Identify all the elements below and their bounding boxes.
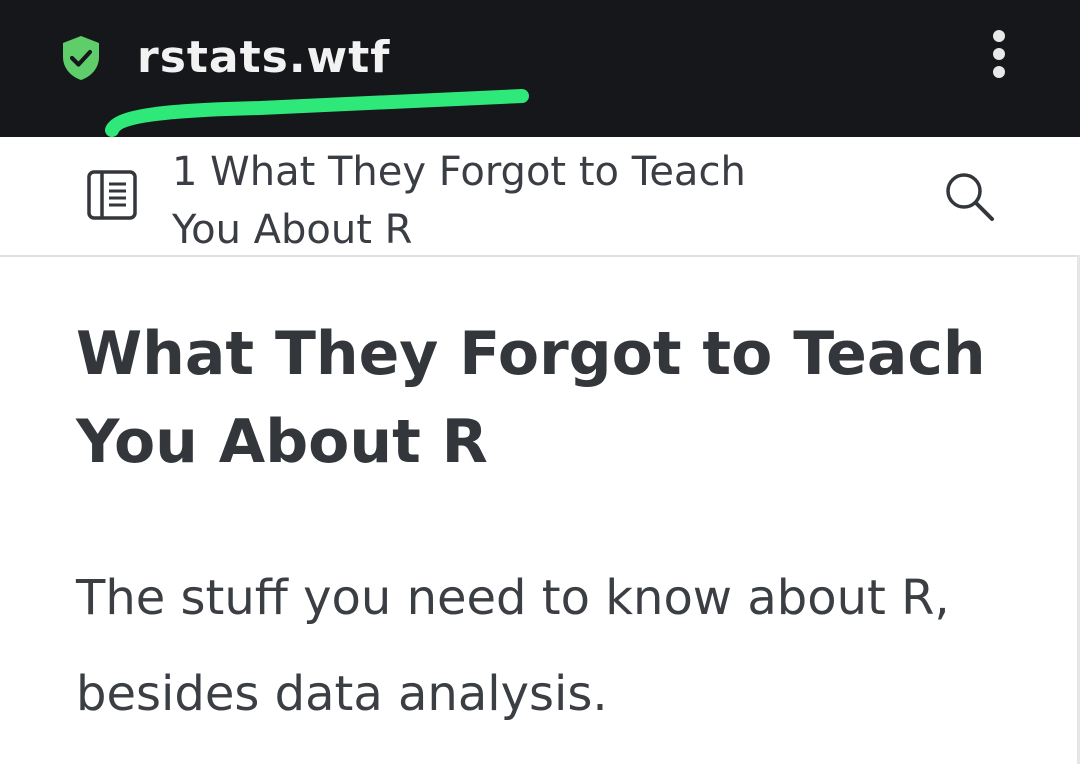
table-of-contents-icon[interactable] — [86, 169, 138, 221]
kebab-menu-icon[interactable] — [985, 30, 1013, 86]
search-icon[interactable] — [942, 169, 998, 225]
page-subtitle: The stuff you need to know about R, besi… — [76, 570, 950, 722]
highlight-underline — [105, 89, 529, 137]
browser-address-bar: rstats.wtf — [0, 0, 1080, 137]
chapter-nav-title[interactable]: 1 What They Forgot to Teach You About R — [172, 143, 812, 259]
book-navbar: 1 What They Forgot to Teach You About R — [0, 137, 1080, 257]
page-title: What They Forgot to Teach You About R — [76, 319, 986, 477]
